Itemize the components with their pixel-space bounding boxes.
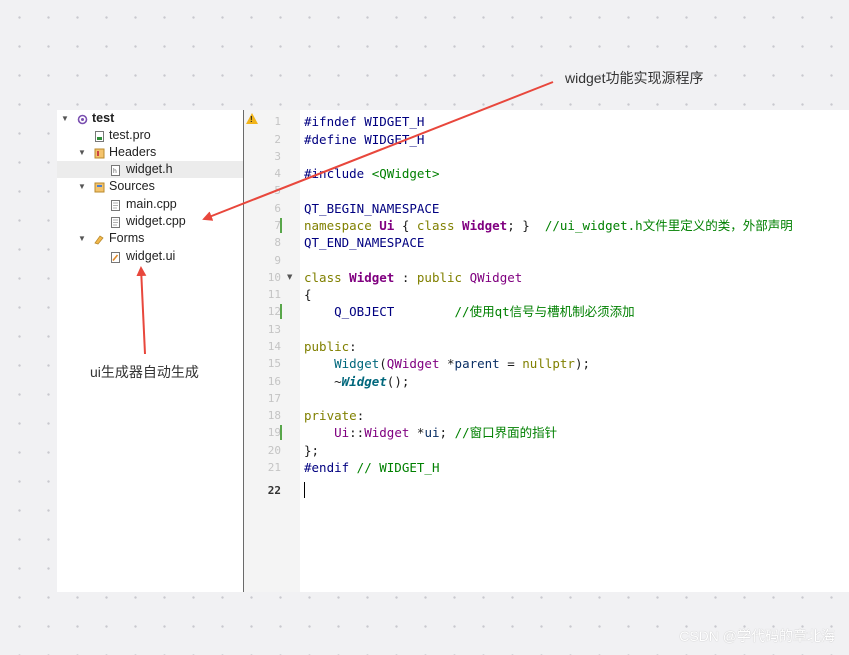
arrow-to-widget-ui: [136, 266, 147, 355]
annotation-arrows: [136, 81, 554, 355]
arrow-to-widget-cpp: [202, 81, 554, 221]
watermark: CSDN @学代码的章北海: [679, 628, 835, 644]
